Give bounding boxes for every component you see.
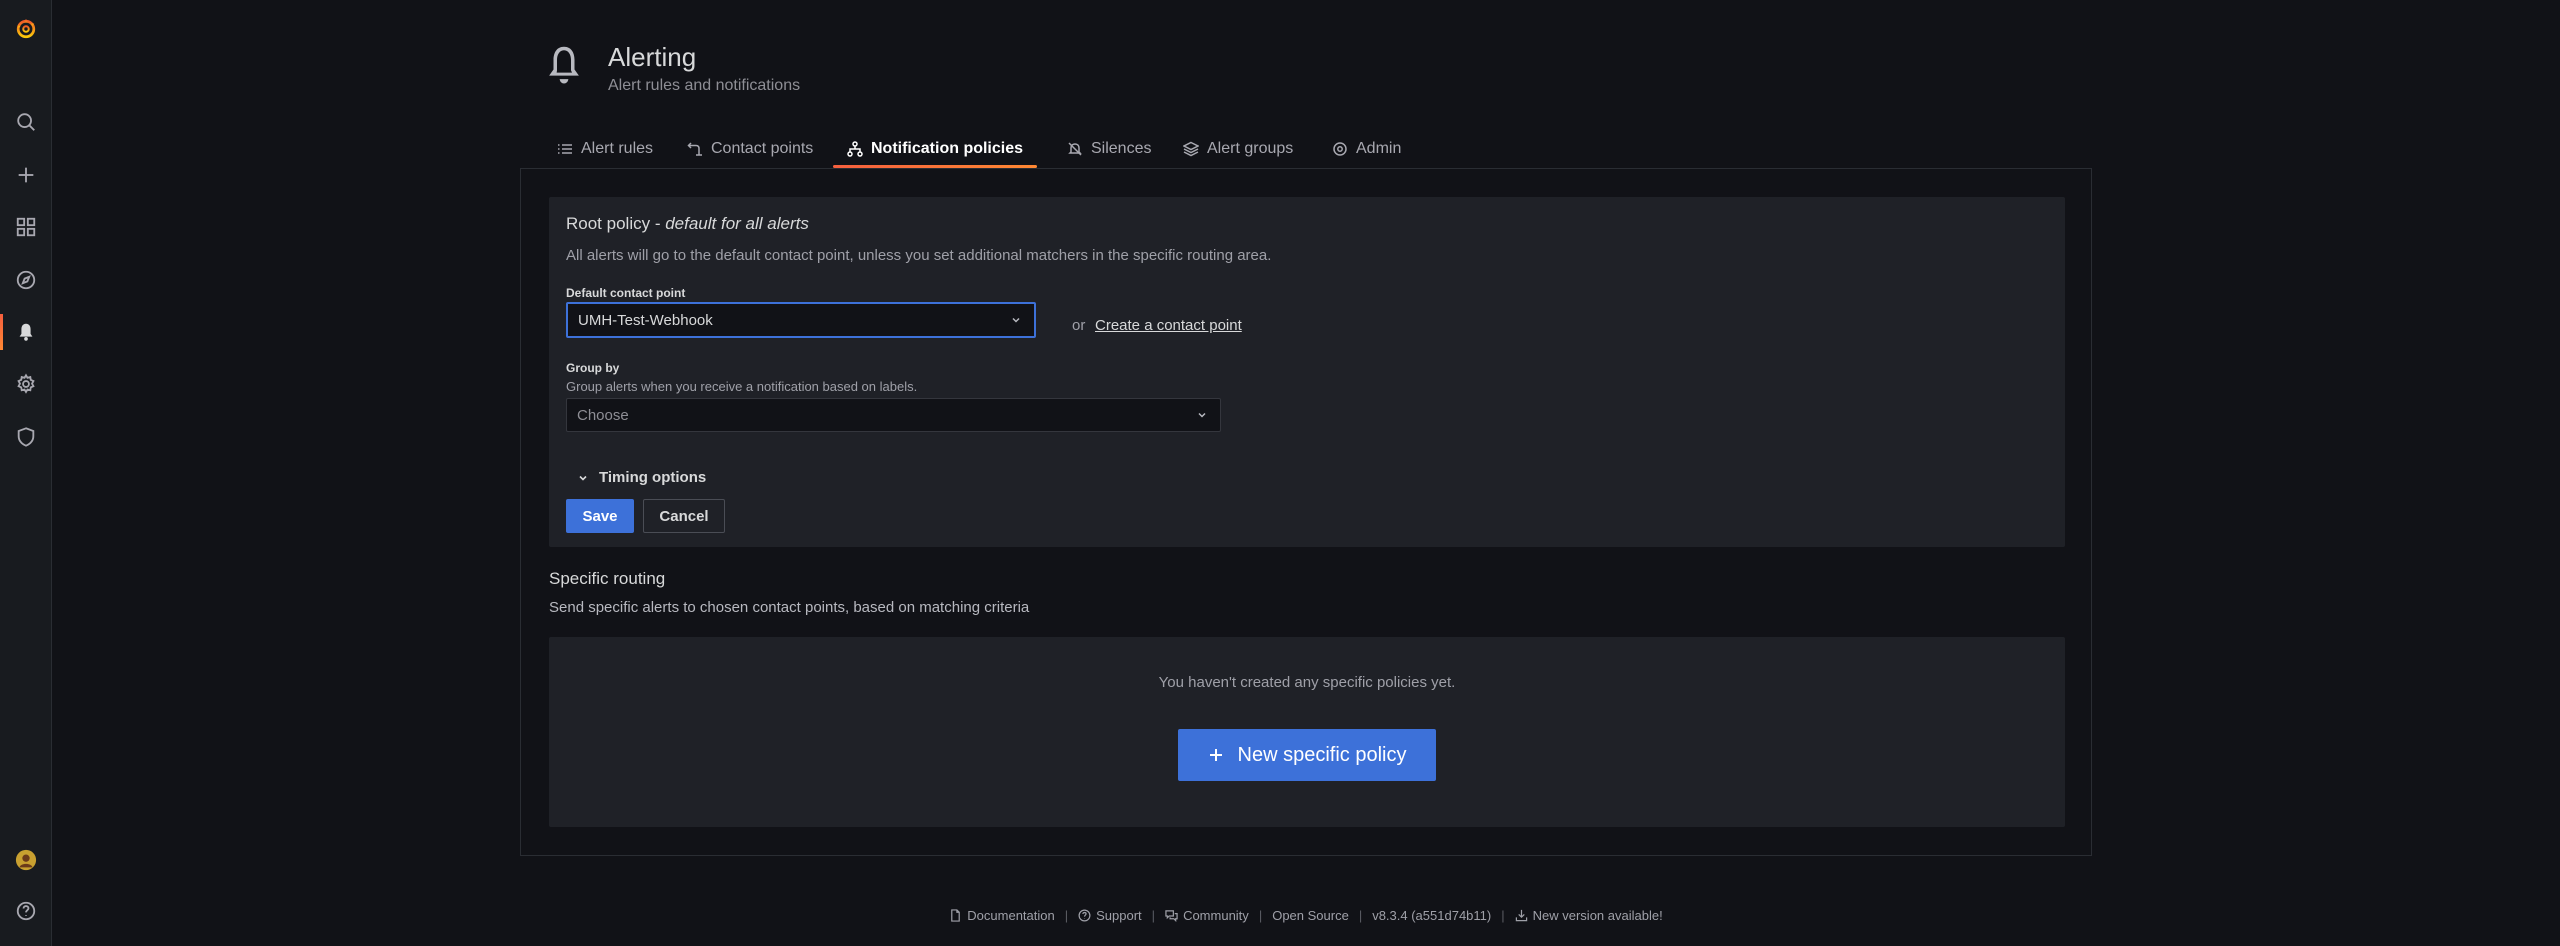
- sitemap-icon: [847, 141, 863, 157]
- compass-svg: [16, 270, 36, 290]
- footer-separator: |: [1358, 908, 1363, 923]
- group-by-label: Group by: [566, 361, 620, 375]
- chevron-down-icon: [1012, 317, 1020, 323]
- root-policy-title: Root policy - default for all alerts: [566, 214, 809, 234]
- footer-new-version-label: New version available!: [1532, 908, 1663, 923]
- footer-open-source-link[interactable]: Open Source: [1272, 908, 1349, 923]
- tab-label: Admin: [1356, 140, 1402, 157]
- tab-label: Notification policies: [871, 140, 1024, 157]
- footer-separator: |: [1258, 908, 1263, 923]
- root-policy-title-prefix: Root policy -: [566, 214, 666, 233]
- group-by-select[interactable]: Choose: [566, 398, 1221, 432]
- compass-icon[interactable]: [0, 260, 52, 300]
- tab-alert-groups[interactable]: Alert groups: [1169, 130, 1307, 168]
- footer-community-link[interactable]: Community: [1165, 908, 1249, 923]
- footer-separator: |: [1064, 908, 1069, 923]
- footer-documentation-label: Documentation: [967, 908, 1055, 923]
- specific-routing-description: Send specific alerts to chosen contact p…: [549, 599, 1030, 616]
- tab-label: Contact points: [711, 140, 814, 157]
- root-policy-card: Root policy - default for all alerts All…: [549, 197, 2065, 547]
- page-subtitle: Alert rules and notifications: [608, 77, 801, 94]
- tab-label: Silences: [1091, 140, 1152, 157]
- or-text: or: [1072, 317, 1086, 334]
- bell-icon[interactable]: [0, 312, 52, 352]
- timing-options-label: Timing options: [599, 469, 707, 486]
- layer-group-icon: [1183, 141, 1199, 157]
- cog-icon[interactable]: [0, 364, 52, 404]
- page-title: Alerting: [608, 42, 697, 72]
- new-specific-policy-label: New specific policy: [1237, 743, 1407, 766]
- footer-support-label: Support: [1096, 908, 1142, 923]
- footer-support-link[interactable]: Support: [1078, 908, 1142, 923]
- avatar-svg: [15, 849, 37, 871]
- root-policy-description: All alerts will go to the default contac…: [566, 247, 1272, 264]
- tab-alert-rules[interactable]: Alert rules: [543, 130, 667, 168]
- tab-contact-points[interactable]: Contact points: [673, 130, 827, 168]
- apps-svg: [16, 217, 36, 237]
- tab-notification-policies[interactable]: Notification policies: [833, 130, 1038, 168]
- root-policy-title-em: default for all alerts: [665, 214, 809, 233]
- specific-routing-title: Specific routing: [549, 569, 666, 588]
- group-by-help: Group alerts when you receive a notifica…: [566, 379, 918, 394]
- timing-options-toggle[interactable]: Timing options: [577, 469, 706, 486]
- avatar[interactable]: [0, 840, 52, 880]
- cog-tab-icon: [1333, 142, 1347, 156]
- question-circle-icon: [1078, 909, 1091, 922]
- empty-state-text: You haven't created any specific policie…: [1158, 674, 1456, 691]
- chevron-down-icon: [1198, 412, 1206, 418]
- footer-new-version-link[interactable]: New version available!: [1515, 908, 1663, 923]
- specific-policies-empty-state: You haven't created any specific policie…: [549, 637, 2065, 827]
- plus-svg: [18, 167, 34, 183]
- footer-documentation-link[interactable]: Documentation: [949, 908, 1055, 923]
- plus-icon[interactable]: [0, 155, 52, 195]
- footer-community-label: Community: [1183, 908, 1249, 923]
- tab-silences[interactable]: Silences: [1053, 130, 1165, 168]
- list-icon: [558, 144, 572, 154]
- footer-separator: |: [1151, 908, 1156, 923]
- footer-separator: |: [1501, 908, 1505, 923]
- alerting-bell-icon: [549, 46, 579, 84]
- tab-admin[interactable]: Admin: [1318, 130, 1415, 168]
- tab-label: Alert rules: [581, 140, 654, 157]
- footer-version: v8.3.4 (a551d74b11): [1372, 908, 1491, 923]
- group-by-placeholder: Choose: [577, 406, 629, 424]
- notification-policies-panel: Root policy - default for all alerts All…: [520, 168, 2092, 856]
- comments-icon: [1165, 910, 1178, 922]
- footer: Documentation | Support | Community | Op…: [0, 908, 2560, 923]
- default-contact-select[interactable]: UMH-Test-Webhook: [566, 302, 1036, 338]
- grafana-logo-icon[interactable]: [0, 9, 52, 49]
- chevron-down-icon: [579, 475, 587, 481]
- dashboards-icon[interactable]: [0, 207, 52, 247]
- tab-label: Alert groups: [1207, 140, 1294, 157]
- save-button[interactable]: Save: [566, 499, 634, 533]
- plus-icon: [1209, 749, 1222, 761]
- shield-icon[interactable]: [0, 417, 52, 457]
- default-contact-label: Default contact point: [566, 286, 686, 300]
- cancel-button[interactable]: Cancel: [643, 499, 725, 533]
- bell-svg: [19, 323, 33, 341]
- grafana-logo-svg: [16, 18, 36, 39]
- download-icon: [1515, 909, 1527, 922]
- bell-slash-icon: [1068, 142, 1082, 156]
- footer-open-source-label: Open Source: [1272, 908, 1349, 923]
- cog-svg: [17, 373, 35, 394]
- document-icon: [951, 909, 961, 922]
- search-svg: [17, 113, 35, 131]
- sidebar: [0, 0, 52, 946]
- contact-icon: [687, 142, 702, 156]
- default-contact-value: UMH-Test-Webhook: [578, 311, 713, 329]
- footer-version-label: v8.3.4 (a551d74b11): [1372, 908, 1492, 923]
- search-icon[interactable]: [0, 102, 52, 142]
- new-specific-policy-button[interactable]: New specific policy: [1178, 729, 1436, 781]
- create-contact-point-link[interactable]: Create a contact point: [1095, 317, 1242, 334]
- shield-svg: [17, 427, 35, 447]
